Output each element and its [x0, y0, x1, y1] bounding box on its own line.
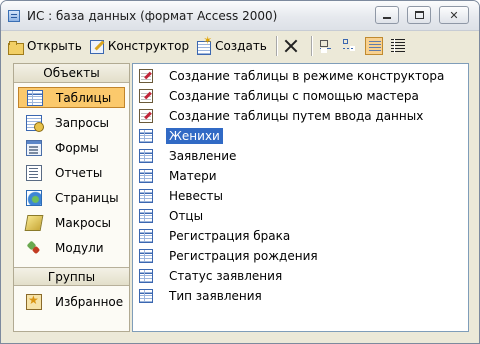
wizard-icon: [139, 109, 153, 123]
wizard-icon: [139, 69, 153, 83]
objects-list: Создание таблицы в режиме конструктора С…: [132, 63, 469, 332]
list-item-label: Статус заявления: [169, 269, 283, 283]
details-view-icon[interactable]: [389, 37, 407, 55]
sidebar-item-pages[interactable]: Страницы: [18, 187, 125, 208]
list-item-label: Матери: [169, 169, 217, 183]
table-icon: [139, 169, 153, 183]
list-item-label: Создание таблицы в режиме конструктора: [169, 69, 445, 83]
close-icon: ✕: [449, 8, 459, 22]
list-item[interactable]: Создание таблицы путем ввода данных: [139, 107, 426, 125]
open-button[interactable]: Открыть: [5, 35, 85, 57]
design-button[interactable]: Конструктор: [86, 35, 192, 57]
new-object-icon: [196, 34, 212, 55]
list-item-label: Создание таблицы с помощью мастера: [169, 89, 419, 103]
list-item-label: Регистрация рождения: [169, 249, 318, 263]
list-item-label: Невесты: [169, 189, 223, 203]
list-item[interactable]: Невесты: [139, 187, 226, 205]
list-item-label: Тип заявления: [169, 289, 262, 303]
list-item-label: Отцы: [169, 209, 204, 223]
sidebar-item-queries[interactable]: Запросы: [18, 112, 125, 133]
table-icon: [139, 149, 153, 163]
small-icons-view-icon[interactable]: [341, 37, 359, 55]
database-window: ИС : база данных (формат Access 2000) ✕ …: [0, 0, 480, 344]
toolbar: Открыть Конструктор Создать: [5, 33, 475, 59]
table-icon: [139, 129, 153, 143]
table-icon: [139, 209, 153, 223]
table-icon: [139, 229, 153, 243]
list-item[interactable]: Отцы: [139, 207, 206, 225]
window-title: ИС : база данных (формат Access 2000): [27, 9, 278, 23]
objects-header[interactable]: Объекты: [14, 64, 129, 83]
table-icon: [139, 189, 153, 203]
design-button-label: Конструктор: [107, 39, 190, 53]
wizard-icon: [139, 89, 153, 103]
list-item[interactable]: Регистрация брака: [139, 227, 293, 245]
list-item-label: Создание таблицы путем ввода данных: [169, 109, 424, 123]
table-icon: [139, 249, 153, 263]
sidebar-item-label: Избранное: [55, 294, 124, 309]
groups-header[interactable]: Группы: [14, 267, 129, 286]
sidebar-item-forms[interactable]: Формы: [18, 137, 125, 158]
maximize-icon: [414, 11, 424, 19]
sidebar-item-favorites[interactable]: Избранное: [18, 291, 125, 312]
sidebar-item-label: Макросы: [55, 215, 111, 230]
list-item[interactable]: Матери: [139, 167, 220, 185]
folder-open-icon: [8, 38, 24, 55]
large-icons-view-icon[interactable]: [317, 37, 335, 55]
open-button-label: Открыть: [27, 39, 82, 53]
sidebar-item-reports[interactable]: Отчеты: [18, 162, 125, 183]
new-button[interactable]: Создать: [193, 34, 270, 57]
sidebar-item-label: Таблицы: [56, 90, 112, 105]
list-item[interactable]: Заявление: [139, 147, 239, 165]
toolbar-separator: [275, 36, 277, 56]
toolbar-separator: [310, 36, 312, 56]
delete-icon[interactable]: [282, 37, 300, 55]
maximize-button[interactable]: [407, 6, 431, 24]
list-item[interactable]: Статус заявления: [139, 267, 285, 285]
sidebar-item-label: Модули: [55, 240, 104, 255]
minimize-icon: [383, 17, 391, 19]
sidebar-item-label: Запросы: [55, 115, 109, 130]
page-icon: [26, 189, 42, 206]
list-item-label: Заявление: [169, 149, 237, 163]
report-icon: [26, 164, 42, 181]
close-button[interactable]: ✕: [439, 6, 469, 24]
list-item[interactable]: Женихи: [139, 127, 223, 145]
module-icon: [26, 240, 42, 256]
sidebar-item-macros[interactable]: Макросы: [18, 212, 125, 233]
table-icon: [139, 269, 153, 283]
list-item[interactable]: Создание таблицы в режиме конструктора: [139, 67, 447, 85]
macro-icon: [24, 214, 44, 231]
sidebar-item-tables[interactable]: Таблицы: [18, 87, 125, 108]
list-view-icon[interactable]: [364, 37, 383, 55]
sidebar-item-modules[interactable]: Модули: [18, 237, 125, 258]
title-bar[interactable]: ИС : база данных (формат Access 2000) ✕: [1, 1, 479, 31]
favorites-icon: [26, 293, 42, 310]
table-icon: [139, 289, 153, 303]
list-item[interactable]: Тип заявления: [139, 287, 265, 305]
list-item[interactable]: Создание таблицы с помощью мастера: [139, 87, 422, 105]
list-item-label: Регистрация брака: [169, 229, 291, 243]
query-icon: [26, 114, 44, 132]
form-icon: [26, 139, 42, 156]
objects-sidebar: Объекты Таблицы Запросы Формы Отчеты Стр…: [13, 63, 130, 332]
new-button-label: Создать: [215, 39, 267, 53]
list-item[interactable]: Регистрация рождения: [139, 247, 321, 265]
sidebar-item-label: Отчеты: [55, 165, 103, 180]
database-window-icon[interactable]: [8, 10, 20, 22]
design-view-icon: [89, 38, 105, 54]
sidebar-item-label: Страницы: [55, 190, 119, 205]
minimize-button[interactable]: [375, 6, 399, 24]
table-icon: [27, 89, 43, 106]
list-item-label: Женихи: [166, 128, 223, 144]
sidebar-item-label: Формы: [55, 140, 99, 155]
